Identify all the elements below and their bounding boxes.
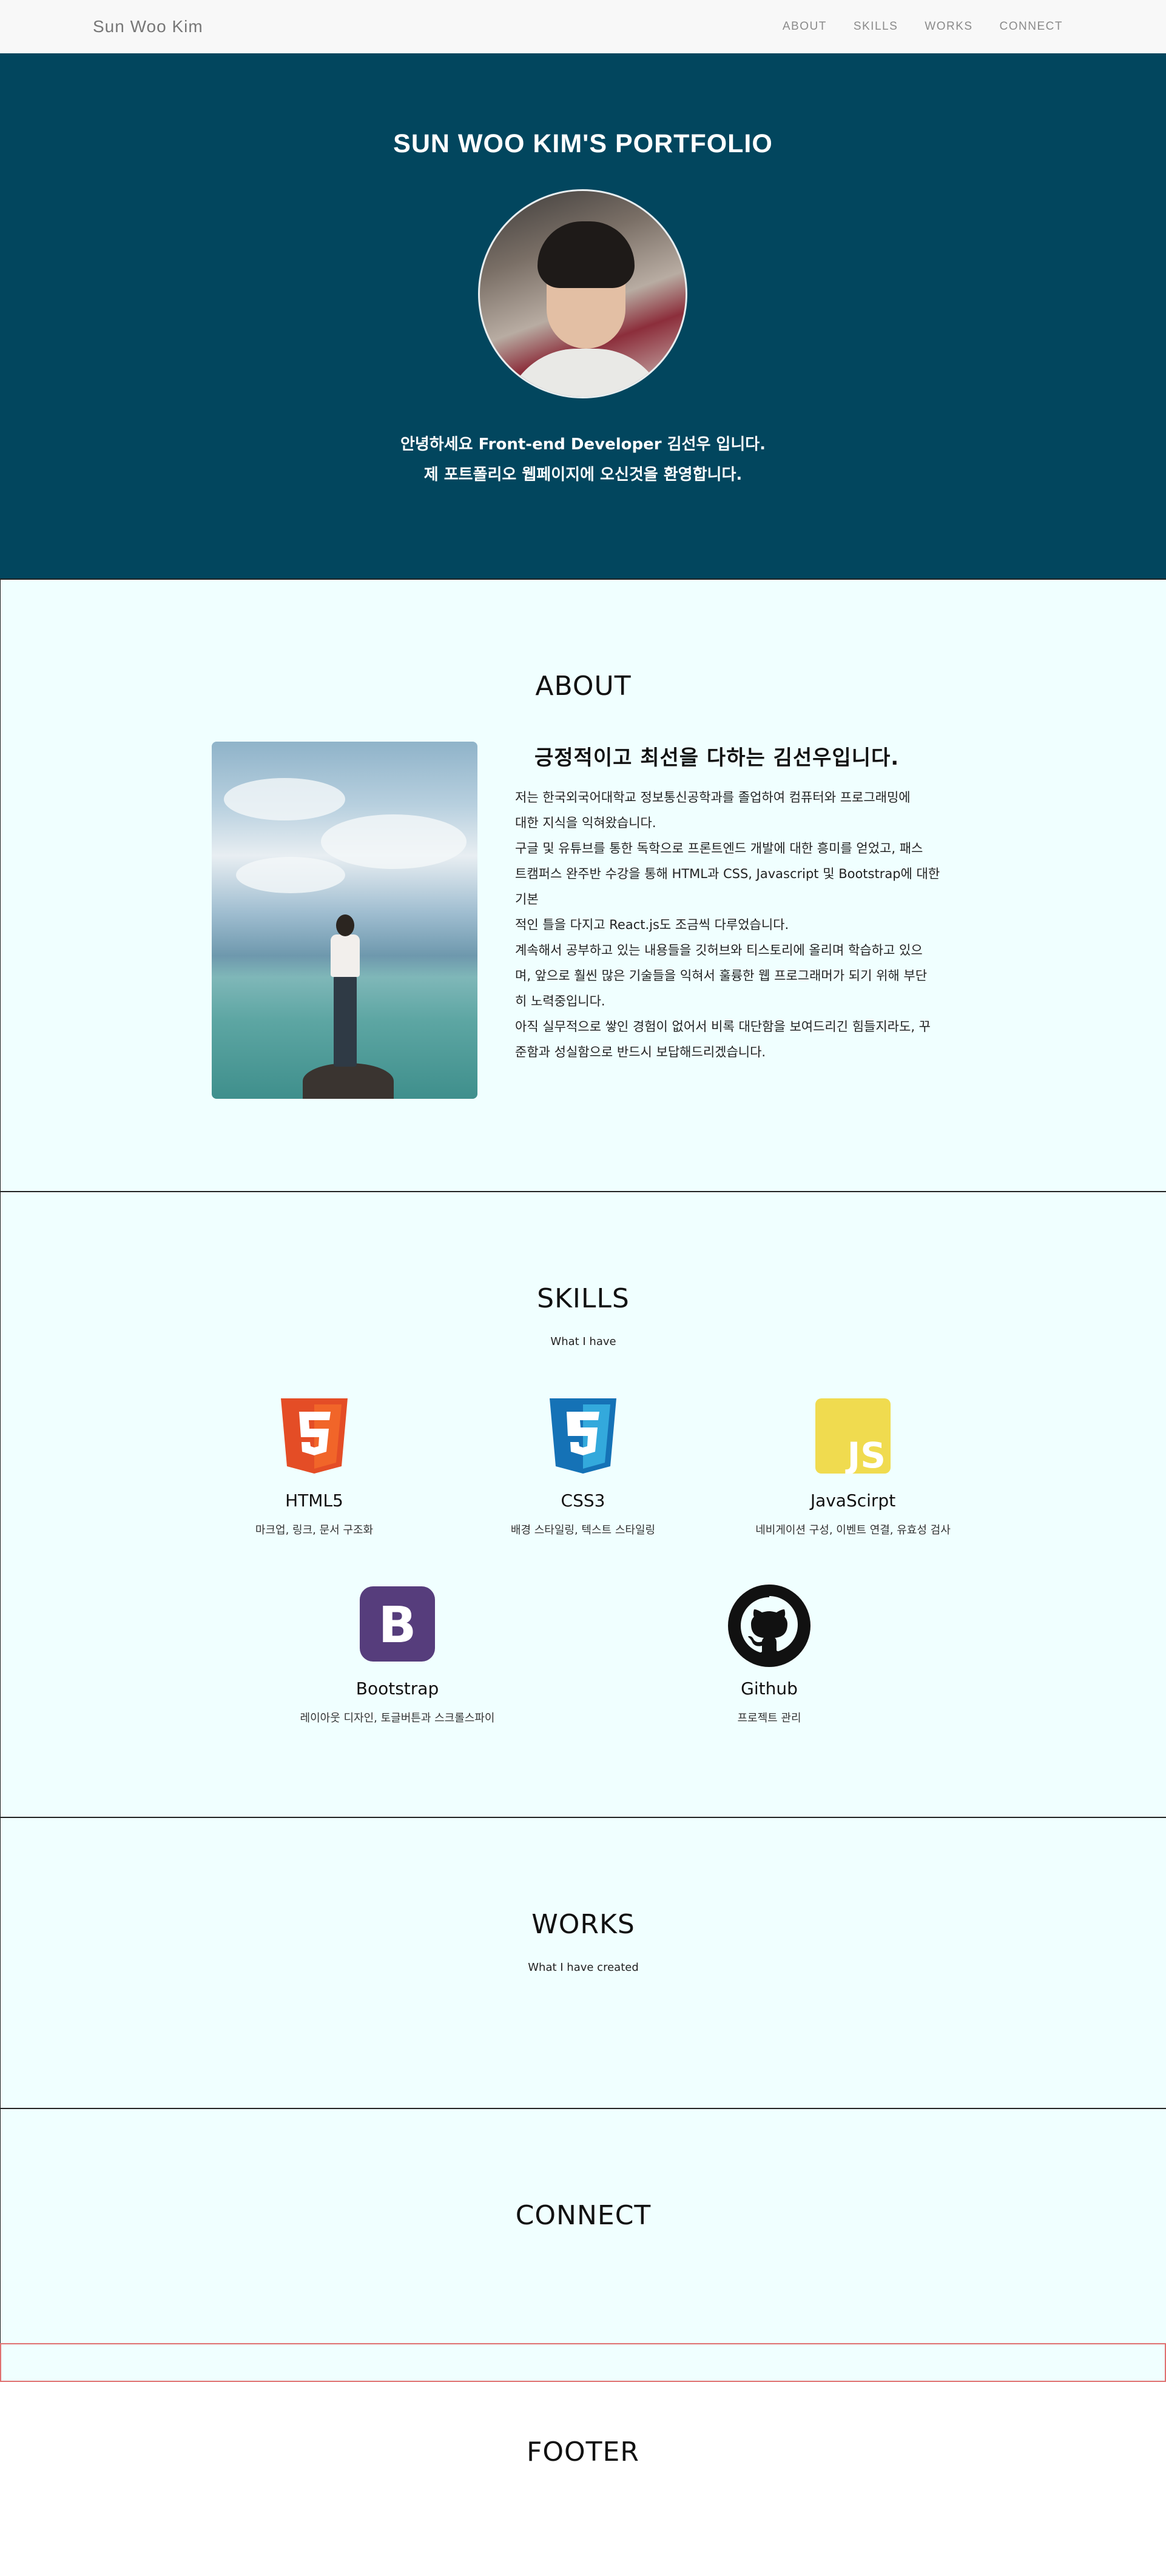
skill-javascript: JS JavaScirpt 네비게이션 구성, 이벤트 연결, 유효성 검사 [713,1398,992,1537]
top-navbar: Sun Woo Kim ABOUT SKILLS WORKS CONNECT [0,0,1166,53]
hero-title: SUN WOO KIM'S PORTFOLIO [393,129,773,158]
bio-line: 준함과 성실함으로 반드시 보답해드리겠습니다. [515,1045,766,1059]
nav-item-about[interactable]: ABOUT [783,20,827,33]
works-subtitle: What I have created [528,1961,639,1974]
nav-item-skills[interactable]: SKILLS [854,20,898,33]
about-bio: 저는 한국외국어대학교 정보통신공학과를 졸업하여 컴퓨터와 프로그래밍에 대한… [515,785,952,1065]
nav-menu: ABOUT SKILLS WORKS CONNECT [783,20,1063,33]
bio-line: 트캠퍼스 완주반 수강을 통해 HTML과 CSS, Javascript 및 … [515,867,940,907]
nav-item-works[interactable]: WORKS [925,20,972,33]
bio-line: 계속해서 공부하고 있는 내용들을 깃허브와 티스토리에 올리며 학습하고 있으 [515,943,923,958]
skill-desc: 네비게이션 구성, 이벤트 연결, 유효성 검사 [755,1524,951,1537]
skill-github: Github 프로젝트 관리 [630,1584,909,1725]
hero-intro: 안녕하세요 Front-end Developer 김선우 입니다. 제 포트폴… [0,429,1166,490]
about-title: ABOUT [535,671,632,702]
bio-line: 적인 틀을 다지고 React.js도 조금씩 다루었습니다. [515,917,789,932]
skill-name: JavaScirpt [810,1491,896,1511]
works-section: WORKS What I have created [0,1817,1166,2108]
works-title: WORKS [531,1909,635,1940]
css3-icon [550,1398,616,1474]
skill-desc: 배경 스타일링, 텍스트 스타일링 [510,1524,656,1537]
bio-line: 대한 지식을 익혀왔습니다. [515,816,656,830]
connect-section: CONNECT [0,2108,1166,2343]
skills-section: SKILLS What I have HTML5 마크업, 링크, 문서 구조화… [0,1191,1166,1817]
about-photo [212,742,477,1099]
bootstrap-icon: B [360,1586,435,1662]
bio-line: 구글 및 유튜브를 통한 독학으로 프론트엔드 개발에 대한 흥미를 얻었고, … [515,841,923,856]
skill-name: Bootstrap [356,1679,439,1699]
skills-subtitle: What I have [550,1335,616,1348]
skill-name: HTML5 [285,1491,343,1511]
bio-line: 며, 앞으로 훨씬 많은 기술들을 익혀서 훌륭한 웹 프로그래머가 되기 위해… [515,968,928,983]
svg-text:JS: JS [845,1435,886,1474]
skill-desc: 프로젝트 관리 [737,1712,801,1725]
skills-title: SKILLS [537,1283,630,1314]
brand-link[interactable]: Sun Woo Kim [93,17,203,36]
js-icon: JS [815,1398,891,1474]
connect-title: CONNECT [515,2200,652,2231]
profile-avatar [478,189,687,398]
bio-line: 저는 한국외국어대학교 정보통신공학과를 졸업하여 컴퓨터와 프로그래밍에 [515,790,911,805]
svg-text:B: B [379,1597,417,1654]
skill-desc: 레이아웃 디자인, 토글버튼과 스크롤스파이 [300,1712,495,1725]
skill-bootstrap: B Bootstrap 레이아웃 디자인, 토글버튼과 스크롤스파이 [258,1586,537,1725]
bio-line: 히 노력중입니다. [515,994,605,1008]
html5-icon [281,1398,348,1474]
about-headline: 긍정적이고 최선을 다하는 김선우입니다. [534,746,900,770]
skill-desc: 마크업, 링크, 문서 구조화 [255,1524,374,1537]
empty-highlight-box [0,2343,1166,2382]
skill-name: Github [741,1679,798,1699]
footer-title: FOOTER [527,2437,639,2467]
hero-intro-line-1: 안녕하세요 Front-end Developer 김선우 입니다. [400,435,766,454]
about-section: ABOUT 긍정적이고 최선을 다하는 김선우입니다. 저는 한국외국어대학교 … [0,579,1166,1191]
skill-html5: HTML5 마크업, 링크, 문서 구조화 [175,1398,454,1537]
nav-item-connect[interactable]: CONNECT [1000,20,1063,33]
hero-section: SUN WOO KIM'S PORTFOLIO 안녕하세요 Front-end … [0,53,1166,579]
skill-css3: CSS3 배경 스타일링, 텍스트 스타일링 [443,1398,723,1537]
footer-section: FOOTER [0,2382,1166,2576]
skill-name: CSS3 [561,1491,605,1511]
bio-line: 아직 실무적으로 쌓인 경험이 없어서 비록 대단함을 보여드리긴 힘들지라도,… [515,1019,931,1034]
hero-intro-line-2: 제 포트폴리오 웹페이지에 오신것을 환영합니다. [423,466,743,484]
github-icon [728,1585,810,1667]
